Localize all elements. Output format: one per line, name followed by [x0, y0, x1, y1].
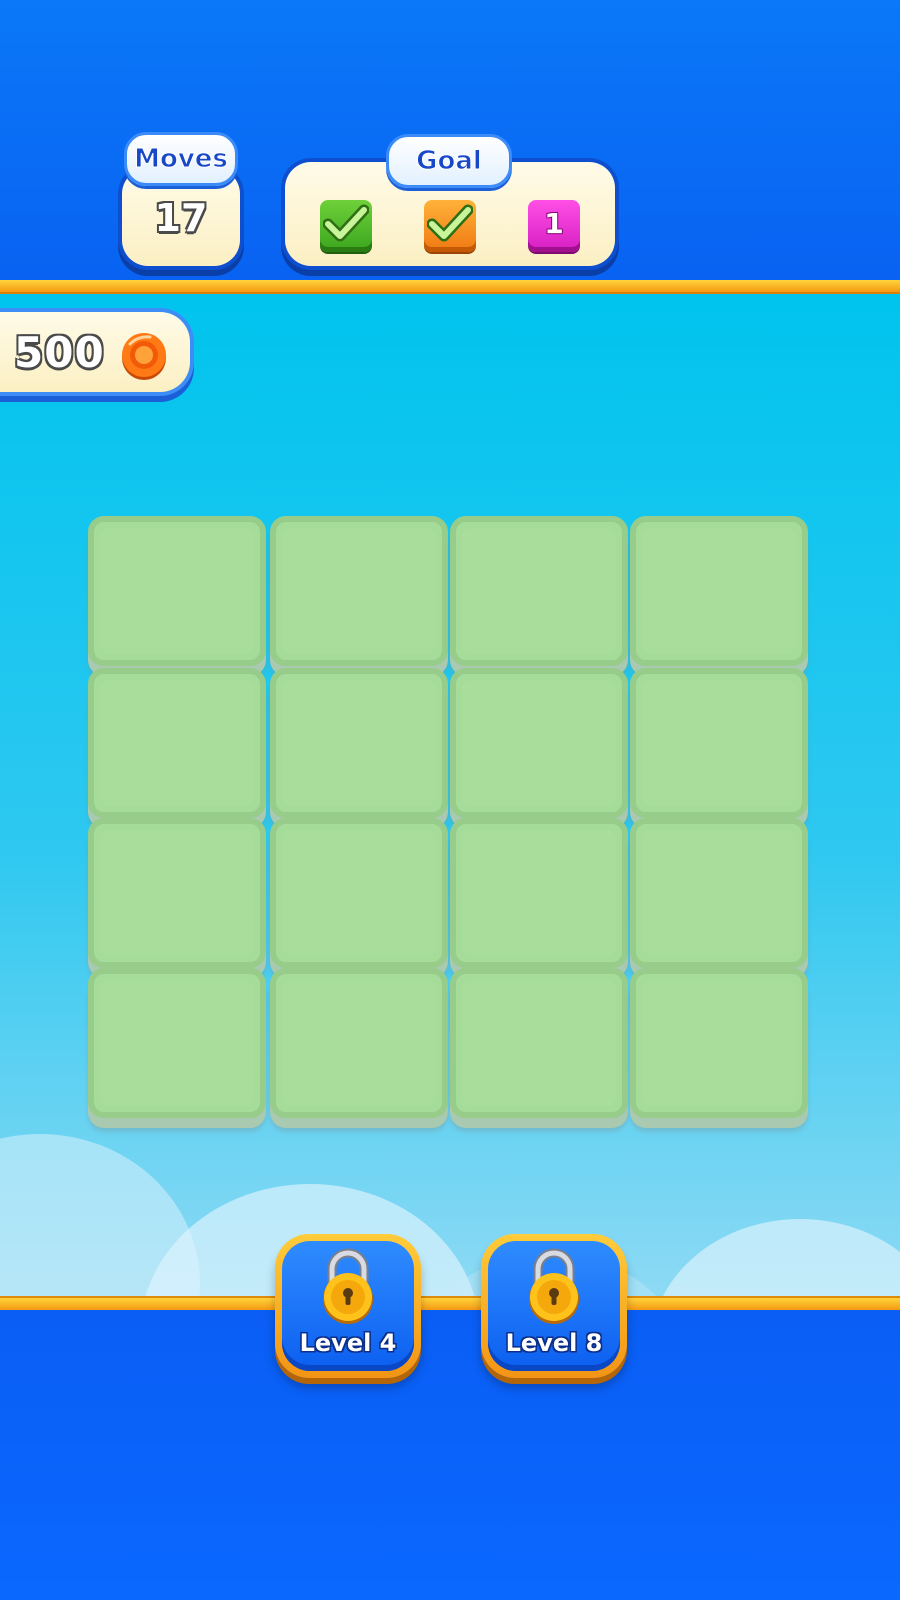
board-tile[interactable]: [450, 516, 628, 666]
goal-label: Goal: [386, 134, 512, 188]
board-tile[interactable]: [270, 968, 448, 1118]
coin-count: 500: [14, 328, 105, 377]
board-tile[interactable]: [270, 818, 448, 968]
level-4-button[interactable]: Level 4: [275, 1234, 421, 1378]
board-tile[interactable]: [450, 668, 628, 818]
moves-counter: 17: [154, 196, 208, 240]
level-8-button-face: Level 8: [488, 1241, 620, 1371]
lock-icon: [323, 1248, 373, 1324]
game-board: [88, 516, 812, 1156]
board-tile[interactable]: [88, 668, 266, 818]
top-divider-stripe: [0, 280, 900, 294]
board-tile[interactable]: [88, 968, 266, 1118]
coin-icon: [122, 333, 166, 380]
lock-icon: [529, 1248, 579, 1324]
board-tile[interactable]: [88, 516, 266, 666]
bottom-bar: [0, 1310, 900, 1600]
board-tile[interactable]: [270, 516, 448, 666]
board-tile[interactable]: [450, 968, 628, 1118]
level-4-button-face: Level 4: [282, 1241, 414, 1371]
board-tile[interactable]: [270, 668, 448, 818]
board-tile[interactable]: [450, 818, 628, 968]
goal-orange-tile: [424, 200, 476, 252]
moves-label: Moves: [124, 132, 238, 186]
board-tile[interactable]: [88, 818, 266, 968]
level-8-button[interactable]: Level 8: [481, 1234, 627, 1378]
bottom-divider-stripe: [0, 1296, 900, 1310]
goal-pink-tile: 1: [528, 200, 580, 252]
level-4-label: Level 4: [299, 1329, 397, 1357]
board-tile[interactable]: [630, 968, 808, 1118]
goal-green-tile: [320, 200, 372, 252]
board-tile[interactable]: [630, 818, 808, 968]
board-tile[interactable]: [630, 516, 808, 666]
level-8-label: Level 8: [505, 1329, 603, 1357]
cloud: [650, 1219, 900, 1302]
goal-pink-count: 1: [544, 206, 564, 240]
board-tile[interactable]: [630, 668, 808, 818]
check-icon: [427, 204, 473, 242]
check-icon: [323, 204, 369, 242]
